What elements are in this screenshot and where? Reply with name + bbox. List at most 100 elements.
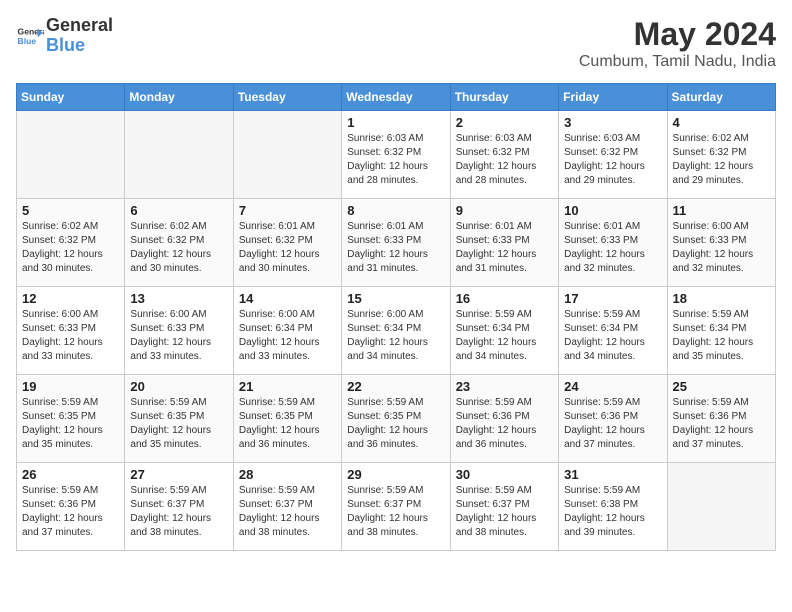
calendar-cell: 4 Sunrise: 6:02 AMSunset: 6:32 PMDaylight… [667, 111, 775, 199]
day-info: Sunrise: 5:59 AMSunset: 6:37 PMDaylight:… [347, 484, 444, 540]
day-number: 1 [347, 115, 444, 130]
day-number: 15 [347, 291, 444, 306]
calendar-week-4: 19 Sunrise: 5:59 AMSunset: 6:35 PMDayligh… [17, 375, 776, 463]
calendar-cell: 14 Sunrise: 6:00 AMSunset: 6:34 PMDayligh… [233, 287, 341, 375]
calendar-cell: 13 Sunrise: 6:00 AMSunset: 6:33 PMDayligh… [125, 287, 233, 375]
logo: General Blue GeneralBlue [16, 16, 113, 56]
day-number: 5 [22, 203, 119, 218]
day-number: 11 [673, 203, 770, 218]
calendar-cell: 3 Sunrise: 6:03 AMSunset: 6:32 PMDaylight… [559, 111, 667, 199]
day-number: 16 [456, 291, 553, 306]
day-info: Sunrise: 6:03 AMSunset: 6:32 PMDaylight:… [564, 132, 661, 188]
calendar-cell: 11 Sunrise: 6:00 AMSunset: 6:33 PMDayligh… [667, 199, 775, 287]
day-info: Sunrise: 6:01 AMSunset: 6:33 PMDaylight:… [456, 220, 553, 276]
day-number: 29 [347, 467, 444, 482]
day-info: Sunrise: 5:59 AMSunset: 6:36 PMDaylight:… [673, 396, 770, 452]
calendar-cell: 24 Sunrise: 5:59 AMSunset: 6:36 PMDayligh… [559, 375, 667, 463]
calendar-cell: 19Sunrise: 5:59 AMSunset: 6:35 PMDayligh… [17, 375, 125, 463]
calendar-cell: 17 Sunrise: 5:59 AMSunset: 6:34 PMDayligh… [559, 287, 667, 375]
day-info: Sunrise: 6:03 AMSunset: 6:32 PMDaylight:… [347, 132, 444, 188]
calendar-cell [17, 111, 125, 199]
day-number: 21 [239, 379, 336, 394]
calendar-cell: 30 Sunrise: 5:59 AMSunset: 6:37 PMDayligh… [450, 463, 558, 551]
calendar-week-1: 1 Sunrise: 6:03 AMSunset: 6:32 PMDaylight… [17, 111, 776, 199]
calendar-cell: 25 Sunrise: 5:59 AMSunset: 6:36 PMDayligh… [667, 375, 775, 463]
day-number: 17 [564, 291, 661, 306]
calendar-cell [233, 111, 341, 199]
calendar-cell: 28 Sunrise: 5:59 AMSunset: 6:37 PMDayligh… [233, 463, 341, 551]
day-number: 27 [130, 467, 227, 482]
header-thursday: Thursday [450, 84, 558, 111]
logo-icon: General Blue [16, 22, 44, 50]
header-tuesday: Tuesday [233, 84, 341, 111]
page-header: General Blue GeneralBlue May 2024 Cumbum… [16, 16, 776, 71]
calendar-cell: 6Sunrise: 6:02 AMSunset: 6:32 PMDaylight… [125, 199, 233, 287]
day-number: 24 [564, 379, 661, 394]
day-info: Sunrise: 5:59 AMSunset: 6:37 PMDaylight:… [456, 484, 553, 540]
day-number: 8 [347, 203, 444, 218]
day-number: 19 [22, 379, 119, 394]
header-saturday: Saturday [667, 84, 775, 111]
day-info: Sunrise: 6:00 AMSunset: 6:33 PMDaylight:… [130, 308, 227, 364]
day-info: Sunrise: 5:59 AMSunset: 6:36 PMDaylight:… [564, 396, 661, 452]
day-number: 13 [130, 291, 227, 306]
calendar-cell: 18 Sunrise: 5:59 AMSunset: 6:34 PMDayligh… [667, 287, 775, 375]
calendar-cell: 10 Sunrise: 6:01 AMSunset: 6:33 PMDayligh… [559, 199, 667, 287]
day-number: 18 [673, 291, 770, 306]
header-friday: Friday [559, 84, 667, 111]
day-number: 12 [22, 291, 119, 306]
day-info: Sunrise: 6:01 AMSunset: 6:33 PMDaylight:… [564, 220, 661, 276]
day-info: Sunrise: 5:59 AMSunset: 6:34 PMDaylight:… [456, 308, 553, 364]
calendar-cell: 16 Sunrise: 5:59 AMSunset: 6:34 PMDayligh… [450, 287, 558, 375]
day-info: Sunrise: 5:59 AMSunset: 6:36 PMDaylight:… [456, 396, 553, 452]
day-number: 2 [456, 115, 553, 130]
day-info: Sunrise: 5:59 AMSunset: 6:35 PMDaylight:… [130, 396, 227, 452]
header-monday: Monday [125, 84, 233, 111]
day-info: Sunrise: 5:59 AMSunset: 6:34 PMDaylight:… [564, 308, 661, 364]
day-number: 28 [239, 467, 336, 482]
day-number: 30 [456, 467, 553, 482]
calendar-cell: 7 Sunrise: 6:01 AMSunset: 6:32 PMDaylight… [233, 199, 341, 287]
calendar-cell: 21 Sunrise: 5:59 AMSunset: 6:35 PMDayligh… [233, 375, 341, 463]
location: Cumbum, Tamil Nadu, India [579, 53, 776, 71]
day-info: Sunrise: 6:00 AMSunset: 6:33 PMDaylight:… [22, 308, 119, 364]
day-info: Sunrise: 6:02 AMSunset: 6:32 PMDaylight:… [22, 220, 119, 276]
day-info: Sunrise: 6:01 AMSunset: 6:32 PMDaylight:… [239, 220, 336, 276]
day-info: Sunrise: 6:00 AMSunset: 6:33 PMDaylight:… [673, 220, 770, 276]
month-title: May 2024 [579, 16, 776, 53]
calendar-week-2: 5 Sunrise: 6:02 AMSunset: 6:32 PMDaylight… [17, 199, 776, 287]
day-number: 3 [564, 115, 661, 130]
calendar-cell: 29 Sunrise: 5:59 AMSunset: 6:37 PMDayligh… [342, 463, 450, 551]
day-number: 22 [347, 379, 444, 394]
day-info: Sunrise: 5:59 AMSunset: 6:37 PMDaylight:… [239, 484, 336, 540]
day-number: 4 [673, 115, 770, 130]
calendar-cell: 2 Sunrise: 6:03 AMSunset: 6:32 PMDaylight… [450, 111, 558, 199]
calendar-cell: 12 Sunrise: 6:00 AMSunset: 6:33 PMDayligh… [17, 287, 125, 375]
calendar-cell: 27Sunrise: 5:59 AMSunset: 6:37 PMDayligh… [125, 463, 233, 551]
title-section: May 2024 Cumbum, Tamil Nadu, India [579, 16, 776, 71]
day-number: 31 [564, 467, 661, 482]
day-number: 7 [239, 203, 336, 218]
calendar-cell [667, 463, 775, 551]
calendar-cell: 26Sunrise: 5:59 AMSunset: 6:36 PMDayligh… [17, 463, 125, 551]
day-number: 14 [239, 291, 336, 306]
day-number: 20 [130, 379, 227, 394]
calendar-week-5: 26Sunrise: 5:59 AMSunset: 6:36 PMDayligh… [17, 463, 776, 551]
header-wednesday: Wednesday [342, 84, 450, 111]
day-info: Sunrise: 6:03 AMSunset: 6:32 PMDaylight:… [456, 132, 553, 188]
day-number: 6 [130, 203, 227, 218]
logo-text: GeneralBlue [46, 16, 113, 56]
calendar-cell: 15Sunrise: 6:00 AMSunset: 6:34 PMDayligh… [342, 287, 450, 375]
day-info: Sunrise: 5:59 AMSunset: 6:34 PMDaylight:… [673, 308, 770, 364]
calendar-cell: 5 Sunrise: 6:02 AMSunset: 6:32 PMDaylight… [17, 199, 125, 287]
calendar-table: SundayMondayTuesdayWednesdayThursdayFrid… [16, 83, 776, 551]
calendar-header-row: SundayMondayTuesdayWednesdayThursdayFrid… [17, 84, 776, 111]
calendar-cell: 31Sunrise: 5:59 AMSunset: 6:38 PMDayligh… [559, 463, 667, 551]
day-info: Sunrise: 6:00 AMSunset: 6:34 PMDaylight:… [239, 308, 336, 364]
day-info: Sunrise: 6:02 AMSunset: 6:32 PMDaylight:… [673, 132, 770, 188]
day-info: Sunrise: 5:59 AMSunset: 6:36 PMDaylight:… [22, 484, 119, 540]
day-number: 10 [564, 203, 661, 218]
day-number: 9 [456, 203, 553, 218]
day-info: Sunrise: 5:59 AMSunset: 6:35 PMDaylight:… [239, 396, 336, 452]
day-number: 25 [673, 379, 770, 394]
